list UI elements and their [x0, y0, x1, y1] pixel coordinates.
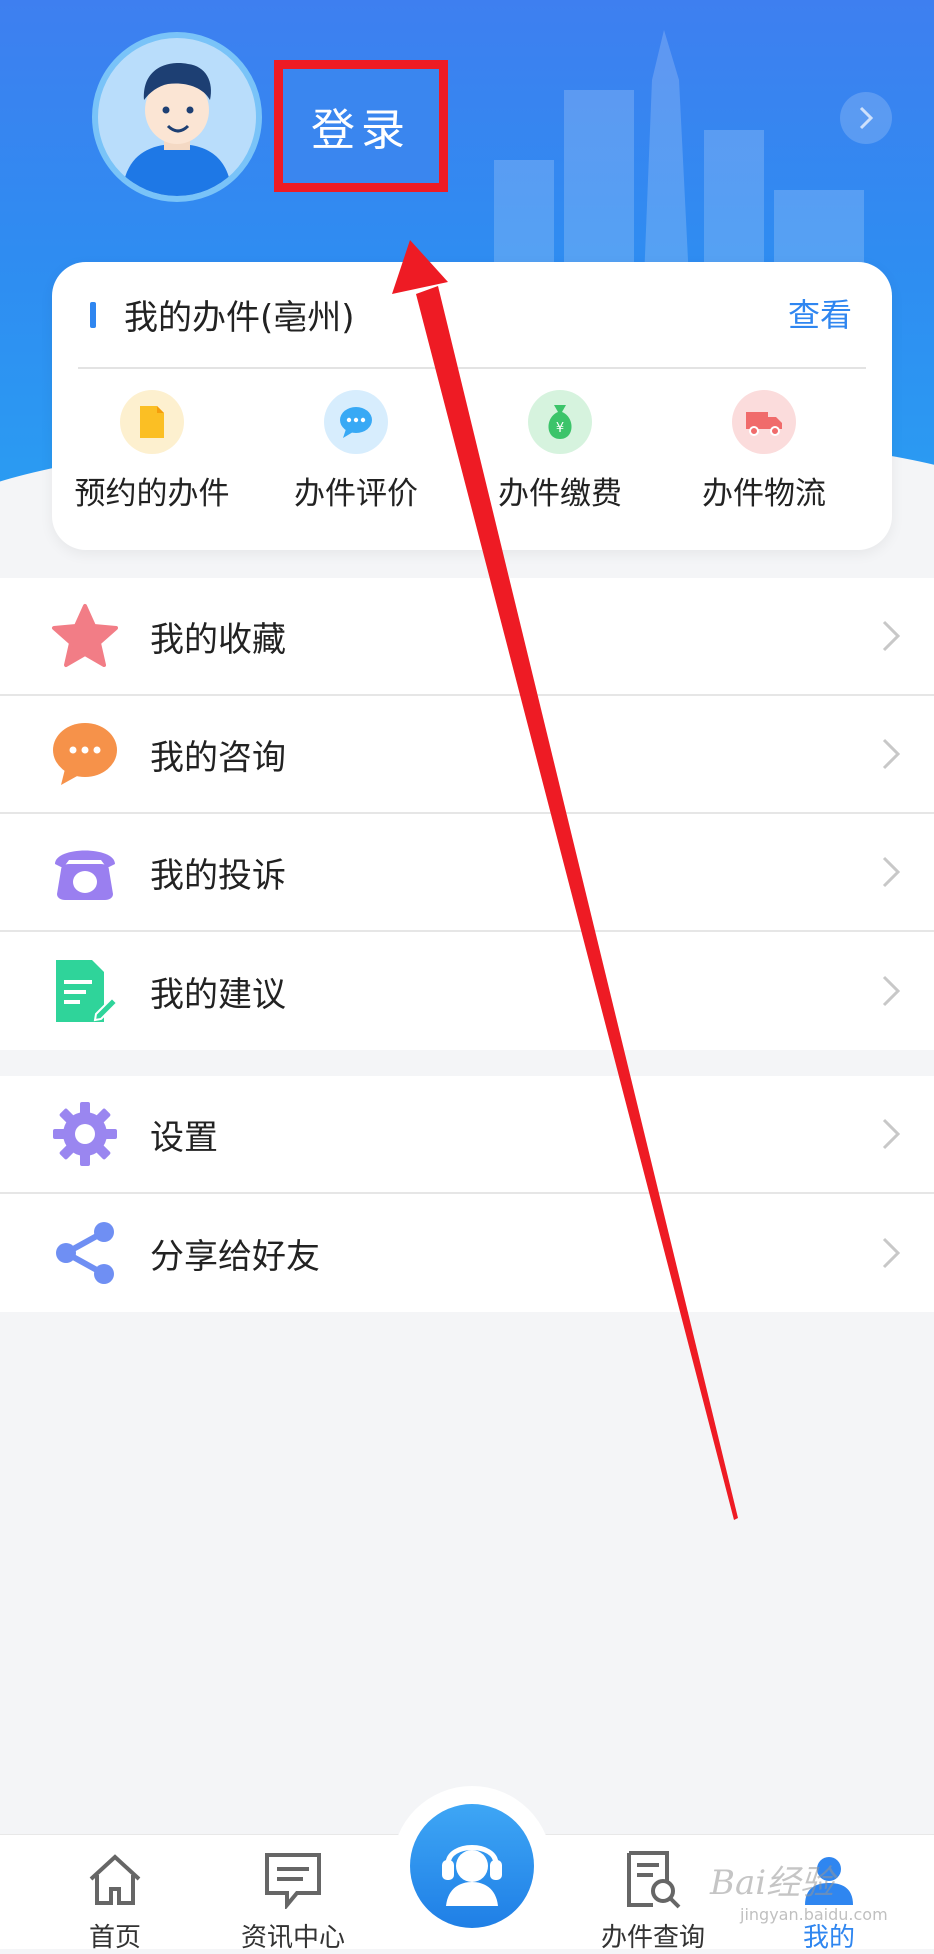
menu-item-complaint[interactable]: 我的投诉: [0, 814, 934, 932]
menu-item-suggestion[interactable]: 我的建议: [0, 932, 934, 1050]
document-icon: [120, 390, 184, 454]
affair-item-payment[interactable]: ¥ 办件缴费: [460, 390, 660, 513]
svg-text:¥: ¥: [556, 421, 564, 436]
affair-item-appointment[interactable]: 预约的办件: [52, 390, 252, 513]
chevron-right-icon: [882, 856, 901, 888]
chat-bubble-icon: [324, 390, 388, 454]
profile-chevron-right-icon[interactable]: [840, 92, 892, 144]
avatar[interactable]: [92, 32, 262, 202]
money-bag-icon: ¥: [528, 390, 592, 454]
avatar-illustration: [122, 63, 232, 196]
chevron-right-icon: [882, 1237, 901, 1269]
watermark-brand: Bai经验: [710, 1863, 835, 1903]
search-document-icon: [627, 1851, 681, 1909]
tab-affair-query[interactable]: 办件查询: [578, 1851, 728, 1954]
home-icon: [89, 1854, 141, 1905]
speech-bubble-icon: [50, 719, 120, 789]
share-icon: [50, 1218, 120, 1288]
tab-home[interactable]: 首页: [40, 1851, 190, 1954]
card-divider: [78, 367, 866, 369]
chevron-right-icon: [882, 738, 901, 770]
news-icon: [265, 1853, 321, 1911]
menu-item-favorites[interactable]: 我的收藏: [0, 578, 934, 696]
customer-service-button[interactable]: [392, 1786, 552, 1946]
menu-item-consultation[interactable]: 我的咨询: [0, 696, 934, 814]
customer-service-icon: [410, 1804, 534, 1928]
login-label: 登录: [311, 105, 411, 156]
affair-item-logistics[interactable]: 办件物流: [664, 390, 864, 513]
chevron-right-icon: [882, 1118, 901, 1150]
secondary-menu: 设置 分享给好友: [0, 1076, 934, 1312]
edit-document-icon: [50, 956, 120, 1026]
my-affairs-card: 我的办件(亳州) 查看 预约的办件 办件评价 ¥ 办件缴费 办件物流: [52, 262, 892, 550]
tab-news[interactable]: 资讯中心: [218, 1851, 368, 1954]
login-button[interactable]: 登录: [274, 60, 448, 192]
view-affairs-link[interactable]: 查看: [788, 290, 852, 336]
menu-item-settings[interactable]: 设置: [0, 1076, 934, 1194]
truck-icon: [732, 390, 796, 454]
gear-icon: [50, 1099, 120, 1169]
telephone-icon: [50, 837, 120, 907]
affair-item-evaluation[interactable]: 办件评价: [256, 390, 456, 513]
title-accent-bar: [90, 302, 96, 328]
star-icon: [50, 601, 120, 671]
primary-menu: 我的收藏 我的咨询 我的投诉 我的建议: [0, 578, 934, 1050]
menu-item-share[interactable]: 分享给好友: [0, 1194, 934, 1312]
chevron-right-icon: [882, 975, 901, 1007]
affairs-card-title: 我的办件(亳州): [124, 298, 355, 338]
chevron-right-icon: [882, 620, 901, 652]
watermark-url: jingyan.baidu.com: [740, 1905, 888, 1924]
city-skyline-decoration: [494, 30, 864, 280]
